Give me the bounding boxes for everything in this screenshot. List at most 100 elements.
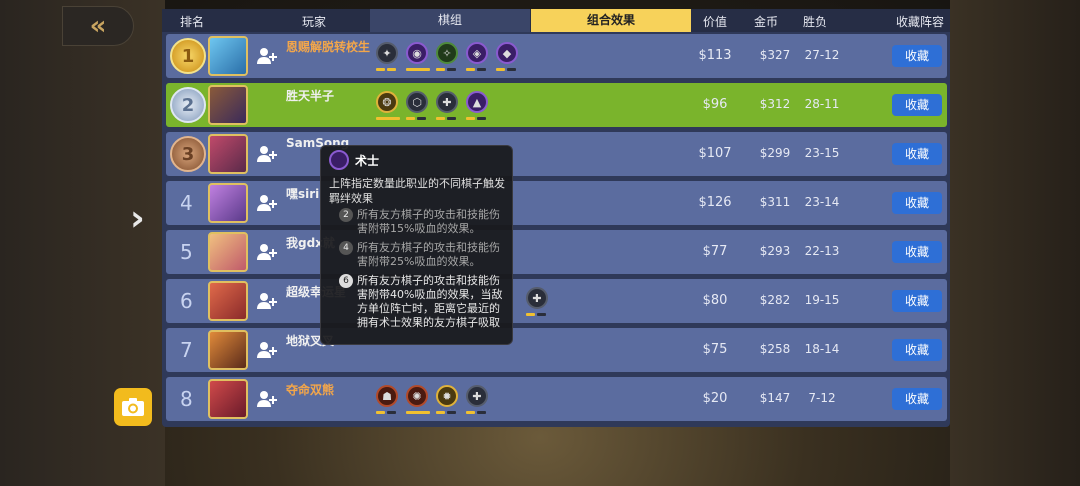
synergy-level-bar xyxy=(406,68,430,71)
synergy-level-bar xyxy=(507,68,516,71)
save-button[interactable]: 收藏 xyxy=(892,339,942,361)
synergy-level-bar xyxy=(376,411,385,414)
tier-text: 所有友方棋子的攻击和技能伤害附带15%吸血的效果。 xyxy=(357,208,500,235)
lineup-value: $96 xyxy=(702,97,728,112)
header-rank: 排名 xyxy=(180,15,205,29)
synergy-level-bar xyxy=(376,68,385,71)
win-loss: 23-14 xyxy=(804,195,840,209)
add-friend-icon[interactable] xyxy=(256,292,278,310)
win-loss: 28-11 xyxy=(804,97,840,111)
add-friend-icon[interactable] xyxy=(256,145,278,163)
synergy-level-bar xyxy=(466,68,475,71)
save-button[interactable]: 收藏 xyxy=(892,45,942,67)
table-row[interactable]: 4 嘿siri $126 $311 23-14 收藏 xyxy=(166,181,947,225)
lineup-value: $77 xyxy=(702,244,728,259)
warlock-icon xyxy=(329,150,349,170)
double-chevron-left-icon: « xyxy=(89,11,107,41)
synergy-icon[interactable]: ☗ xyxy=(376,385,398,407)
gold-amount: $147 xyxy=(759,391,791,405)
add-friend-icon[interactable] xyxy=(256,341,278,359)
avatar xyxy=(208,134,248,174)
synergy-icon[interactable]: ✚ xyxy=(436,91,458,113)
synergy-icon[interactable]: ⬡ xyxy=(406,91,428,113)
save-button[interactable]: 收藏 xyxy=(892,143,942,165)
synergy-tooltip: 术士 上阵指定数量此职业的不同棋子触发羁绊效果 2 所有友方棋子的攻击和技能伤害… xyxy=(320,145,513,345)
avatar xyxy=(208,36,248,76)
lineup-value: $113 xyxy=(698,48,732,63)
synergy-level-bar xyxy=(537,313,546,316)
tab-lineup[interactable]: 棋组 xyxy=(370,9,530,32)
add-friend-icon[interactable] xyxy=(256,47,278,65)
synergy-icon[interactable]: ✺ xyxy=(406,385,428,407)
table-row[interactable]: 3 SamSong $107 $299 23-15 收藏 xyxy=(166,132,947,176)
win-loss: 18-14 xyxy=(804,342,840,356)
back-button[interactable]: « xyxy=(62,6,134,46)
chevron-right-icon[interactable]: › xyxy=(130,198,145,239)
synergy-icon[interactable]: ◈ xyxy=(466,42,488,64)
table-row[interactable]: 2 胜天半子 ❂ ⬡ ✚ ▲ $96 $312 28-11 收藏 xyxy=(166,83,947,127)
table-row[interactable]: 5 我gdx就 $77 $293 22-13 收藏 xyxy=(166,230,947,274)
tier-count: 6 xyxy=(339,274,353,288)
synergy-icon[interactable]: ❂ xyxy=(376,91,398,113)
synergy-level-bar xyxy=(436,411,445,414)
win-loss: 23-15 xyxy=(804,146,840,160)
synergy-level-bar xyxy=(436,117,445,120)
gold-medal-icon: 1 xyxy=(170,38,206,74)
gold-amount: $327 xyxy=(759,48,791,62)
synergy-level-bar xyxy=(406,411,430,414)
tier-text: 所有友方棋子的攻击和技能伤害附带40%吸血的效果，当敌方单位阵亡时，距离它最近的… xyxy=(357,274,503,329)
avatar xyxy=(208,379,248,419)
camera-button[interactable] xyxy=(114,388,152,426)
win-loss: 27-12 xyxy=(804,48,840,62)
save-button[interactable]: 收藏 xyxy=(892,192,942,214)
save-button[interactable]: 收藏 xyxy=(892,388,942,410)
rank-number: 6 xyxy=(180,289,193,313)
player-name: 恩赐解脱转校生 xyxy=(286,40,371,54)
synergy-icon[interactable]: ▲ xyxy=(466,91,488,113)
add-friend-icon[interactable] xyxy=(256,390,278,408)
table-row[interactable]: 7 地狱叉叉 $75 $258 18-14 收藏 xyxy=(166,328,947,372)
header-gold: 金币 xyxy=(754,15,779,29)
tier-count: 4 xyxy=(339,241,353,255)
tab-synergy[interactable]: 组合效果 xyxy=(531,9,691,32)
table-row[interactable]: 8 夺命双熊 ☗ ✺ ✹ ✚ $20 $147 7-12 收藏 xyxy=(166,377,947,421)
table-row[interactable]: 6 超级幸运星 ✚ $80 $282 19-15 收藏 xyxy=(166,279,947,323)
table-row[interactable]: 1 恩赐解脱转校生 ✦ ◉ ✧ ◈ ◆ $113 $327 27-12 收藏 xyxy=(166,34,947,78)
synergy-icon[interactable]: ◆ xyxy=(496,42,518,64)
win-loss: 19-15 xyxy=(804,293,840,307)
lineup-value: $75 xyxy=(702,342,728,357)
warlock-synergy-icon[interactable]: ◉ xyxy=(406,42,428,64)
tooltip-title: 术士 xyxy=(355,154,380,168)
synergy-icon[interactable]: ✹ xyxy=(436,385,458,407)
synergy-level-bar xyxy=(376,117,400,120)
synergy-icon[interactable]: ✧ xyxy=(436,42,458,64)
add-friend-icon[interactable] xyxy=(256,243,278,261)
gold-amount: $282 xyxy=(759,293,791,307)
save-button[interactable]: 收藏 xyxy=(892,94,942,116)
add-friend-icon[interactable] xyxy=(256,194,278,212)
header-winloss: 胜负 xyxy=(803,15,828,29)
lineup-value: $20 xyxy=(702,391,728,406)
synergy-level-bar xyxy=(387,68,396,71)
header-player: 玩家 xyxy=(302,15,327,29)
avatar xyxy=(208,183,248,223)
rank-number: 4 xyxy=(180,191,193,215)
table-header: 排名 玩家 棋组 组合效果 价值 金币 胜负 收藏阵容 xyxy=(162,9,950,32)
synergy-icon[interactable]: ✦ xyxy=(376,42,398,64)
rank-number: 8 xyxy=(180,387,193,411)
synergy-icon[interactable]: ✚ xyxy=(526,287,548,309)
camera-icon xyxy=(122,398,144,416)
save-button[interactable]: 收藏 xyxy=(892,290,942,312)
tier-count: 2 xyxy=(339,208,353,222)
synergy-level-bar xyxy=(406,117,415,120)
gold-amount: $311 xyxy=(759,195,791,209)
synergy-level-bar xyxy=(387,411,396,414)
synergy-level-bar xyxy=(447,411,456,414)
win-loss: 22-13 xyxy=(804,244,840,258)
bronze-medal-icon: 3 xyxy=(170,136,206,172)
synergy-level-bar xyxy=(436,68,445,71)
gold-amount: $312 xyxy=(759,97,791,111)
lineup-value: $80 xyxy=(702,293,728,308)
save-button[interactable]: 收藏 xyxy=(892,241,942,263)
synergy-icon[interactable]: ✚ xyxy=(466,385,488,407)
